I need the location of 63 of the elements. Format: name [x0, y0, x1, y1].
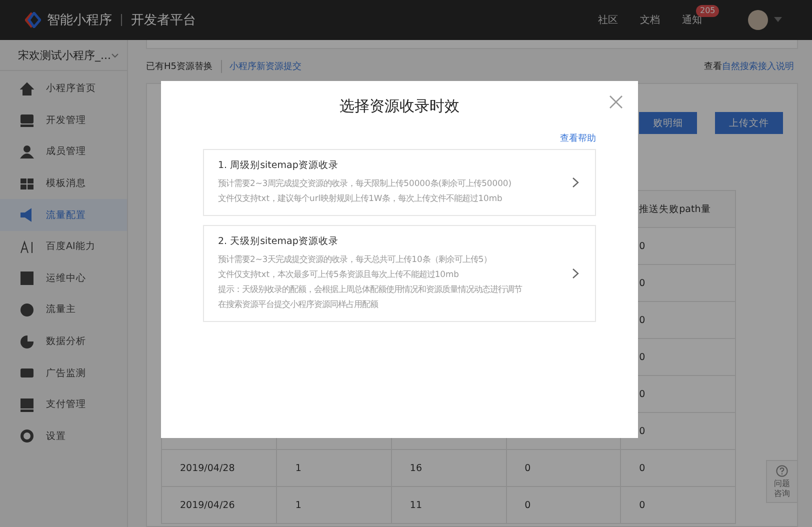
option-description: 预计需要2~3周完成提交资源的收录，每天限制上传50000条(剩余可上传50000) [218, 177, 512, 190]
chevron-icon [111, 52, 119, 58]
tab[interactable]: 已有H5资源替换 [146, 60, 220, 72]
table-cell: 11 [391, 486, 506, 524]
help-widget[interactable]: 问题咨询 [766, 460, 798, 504]
doc-prefix: 查看 [704, 62, 722, 72]
user-icon [20, 144, 34, 159]
table-cell: 16 [391, 450, 506, 486]
gear-icon [20, 429, 34, 444]
platform-name: 开发者平台 [131, 12, 196, 29]
chevron-right-icon [572, 177, 579, 188]
option-card[interactable]: 2. 天级别sitemap资源收录 预计需要2~3天完成提交资源的收录，每天总共可上传10条（剩余可上传5） 文件仅支持txt，本次最多可上传5条资源且每次上传不能超过10mb 提示：天级别收录的配额，会根据上周总体配额使用情况和资源质量情况动态进行调节 在搜索资源平台提交小程序资源同样占用配额 [203, 225, 596, 322]
table-cell: 1 [276, 486, 392, 524]
help-link[interactable]: 查看帮助 [560, 134, 596, 144]
horn-icon [20, 208, 34, 222]
sidebar-item[interactable]: 广告监测 [0, 357, 127, 389]
caret-icon[interactable] [774, 17, 782, 23]
grid-icon [20, 176, 34, 191]
nav-link[interactable]: 社区 [598, 15, 618, 26]
ai-icon [20, 240, 34, 254]
sidebar-item[interactable]: 流量主 [0, 294, 127, 326]
option-description: 预计需要2~3天完成提交资源的收录，每天总共可上传10条（剩余可上传5） [218, 253, 493, 266]
table-cell: 0 [506, 450, 621, 486]
chevron-right-icon [572, 268, 579, 279]
table-cell: 2019/04/26 [162, 486, 277, 524]
option-card[interactable]: 1. 周级别sitemap资源收录 预计需要2~3周完成提交资源的收录，每天限制上传50000条(剩余可上传50000) 文件仅支持txt，建议每个url映射规则上传1W条，每次上传文件不能超过10mb [203, 149, 596, 216]
option-description: 文件仅支持txt，建议每个url映射规则上传1W条，每次上传文件不能超过10mb [218, 192, 504, 205]
question-icon [776, 465, 788, 477]
dialog-title: 选择资源收录时效 [338, 97, 460, 116]
pie-icon [20, 334, 34, 349]
close-icon[interactable] [609, 95, 623, 109]
nav-link[interactable]: 文档 [640, 15, 660, 26]
nav-link[interactable]: 通知 [682, 15, 702, 26]
sidebar-item[interactable]: 支付管理 [0, 388, 127, 421]
sidebar-item[interactable]: 小程序首页 [0, 73, 127, 105]
option-description: 文件仅支持txt，本次最多可上传5条资源且每次上传不能超过10mb [218, 268, 460, 281]
sidebar-item[interactable]: 模板消息 [0, 168, 127, 200]
sidebar-item[interactable]: 百度AI能力 [0, 230, 127, 263]
table-cell: 1 [276, 450, 392, 486]
avatar[interactable] [748, 10, 768, 30]
home-icon [20, 82, 34, 96]
sidebar-item[interactable]: 流量配置 [0, 199, 127, 231]
option-title: 2. 天级别sitemap资源收录 [218, 235, 340, 248]
table-cell: 2019/04/28 [162, 450, 277, 486]
sidebar-item[interactable]: 数据分析 [0, 326, 127, 358]
action-button[interactable]: 上传文件 [715, 112, 783, 134]
option-title: 1. 周级别sitemap资源收录 [218, 159, 340, 172]
sidebar-item[interactable]: 设置 [0, 420, 127, 452]
sidebar-item[interactable]: 成员管理 [0, 136, 127, 168]
doc-link[interactable]: 自然搜索接入说明 [722, 62, 794, 72]
option-description: 提示：天级别收录的配额，会根据上周总体配额使用情况和资源质量情况动态进行调节 [218, 283, 522, 296]
logo-icon [25, 12, 41, 28]
notification-badge: 205 [696, 5, 720, 17]
logo-text: 智能小程序 [47, 12, 112, 29]
option-description: 在搜索资源平台提交小程序资源同样占用配额 [218, 298, 380, 311]
tab[interactable]: 小程序新资源提交 [220, 60, 310, 72]
app-selector[interactable]: 宋欢测试小程序_... [0, 40, 127, 71]
sidebar-item[interactable]: 运维中心 [0, 262, 127, 294]
action-button[interactable]: 败明细 [639, 112, 697, 134]
table-cell: 0 [506, 486, 621, 524]
sidebar-item[interactable]: 开发管理 [0, 104, 127, 136]
table-cell: 0 [620, 450, 736, 486]
table-cell: 0 [620, 486, 736, 524]
